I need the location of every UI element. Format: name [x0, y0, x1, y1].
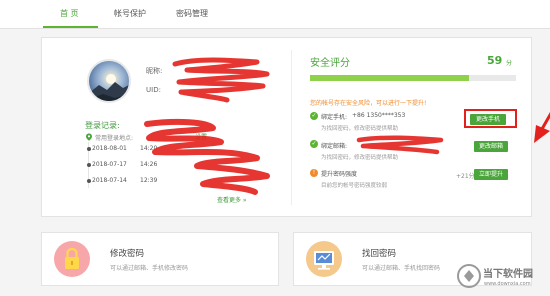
view-more-link[interactable]: 查看更多 » — [217, 195, 247, 204]
security-progress-fill — [310, 75, 469, 81]
improve-password-description: 目前您的帐号密码强度较弱 — [321, 183, 388, 189]
login-date: 2018-08-01 — [92, 145, 127, 152]
check-icon: ✓ — [310, 140, 318, 148]
annotation-highlight-box — [464, 109, 517, 128]
security-score-value: 59 — [487, 54, 503, 67]
redaction-scribble — [144, 118, 270, 195]
divider — [291, 50, 292, 205]
annotation-arrow-icon — [534, 111, 550, 143]
security-score-title: 安全评分 — [310, 58, 350, 69]
change-password-card[interactable]: 修改密码 可以通过邮箱、手机修改密码 — [41, 232, 279, 286]
check-icon: ✓ — [310, 112, 318, 120]
lock-icon — [54, 241, 90, 277]
bind-phone-label: 绑定手机: — [321, 114, 348, 121]
top-nav: 首 页 帐号保护 密码管理 — [0, 0, 550, 29]
watermark-text: 当下软件园 — [483, 269, 533, 280]
nickname-label: 昵称: — [146, 67, 163, 75]
recover-password-title: 找回密码 — [362, 249, 397, 259]
login-date: 2018-07-14 — [92, 177, 127, 184]
active-tab-indicator — [43, 26, 98, 28]
score-bonus: +21分 — [456, 173, 475, 180]
change-email-button[interactable]: 更改邮箱 — [474, 141, 508, 152]
timeline-dot — [87, 179, 91, 183]
security-score-unit: 分 — [506, 60, 513, 67]
monitor-icon — [306, 241, 342, 277]
watermark-url: www.downxia.com — [484, 281, 531, 287]
change-password-description: 可以通过邮箱、手机修改密码 — [110, 265, 189, 272]
login-date: 2018-07-17 — [92, 161, 127, 168]
change-password-title: 修改密码 — [110, 249, 145, 259]
improve-password-label: 提升密码强度 — [321, 171, 358, 178]
security-progress-bar — [310, 75, 516, 81]
login-history-title: 登录记录: — [85, 121, 120, 130]
timeline-dot — [87, 147, 91, 151]
timeline-dot — [87, 163, 91, 167]
bound-phone-number: +86 1350****353 — [352, 112, 406, 119]
warning-icon: ! — [310, 169, 318, 177]
improve-now-button[interactable]: 立即提升 — [474, 169, 508, 180]
common-location-label: 常用登录地点: — [95, 135, 134, 142]
tab-home[interactable]: 首 页 — [60, 8, 79, 19]
avatar[interactable] — [87, 59, 131, 103]
tab-password-management[interactable]: 密码管理 — [176, 8, 208, 19]
avatar-image — [89, 61, 129, 101]
bind-phone-description: 为找回密码，修改密码提供帮助 — [321, 126, 399, 132]
uid-label: UID: — [146, 86, 161, 94]
tab-account-protection[interactable]: 帐号保护 — [114, 8, 146, 19]
account-overview-card: 昵称: UID: 登录记录: 常用登录地点: 设置 2018-08-01 14:… — [41, 37, 550, 217]
redaction-scribble — [172, 57, 270, 103]
risk-warning-text: 您的帐号存在安全风险，可以进行一下提升! — [310, 100, 427, 107]
bind-email-label: 绑定邮箱: — [321, 143, 348, 150]
recover-password-description: 可以通过邮箱、手机找回密码 — [362, 265, 441, 272]
location-pin-icon — [86, 133, 92, 141]
redaction-scribble — [356, 135, 444, 155]
